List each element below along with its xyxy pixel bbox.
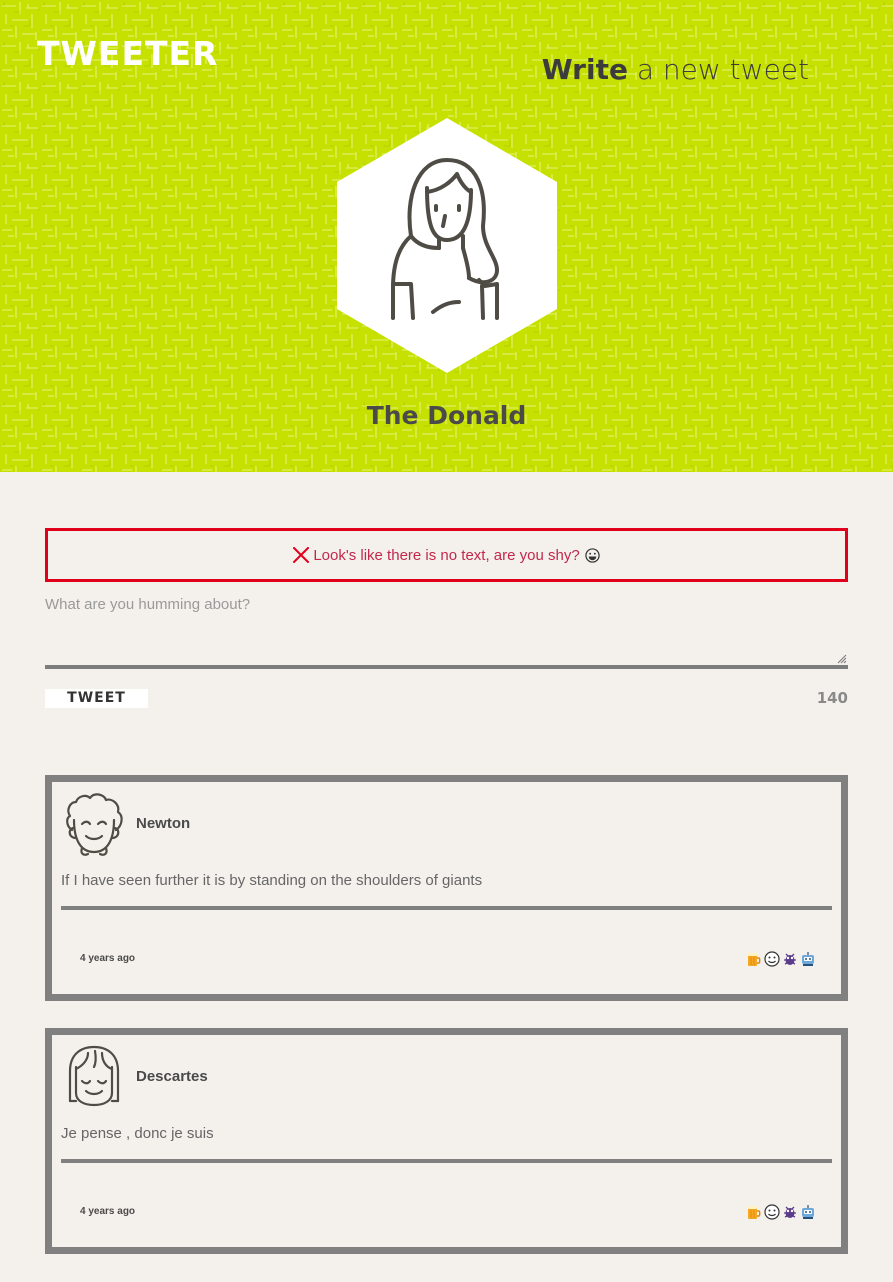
error-alert: Look's like there is no text, are you sh… [45,528,848,582]
close-x-icon [293,547,310,563]
profile-name: The Donald [366,401,527,430]
tweet-actions [746,1203,816,1221]
tweet-card: Newton If I have seen further it is by s… [45,775,848,1001]
smiley-icon[interactable] [764,1204,780,1220]
bug-icon[interactable] [782,1204,798,1220]
grinning-face-icon [585,547,600,563]
app-logo[interactable]: TWEETER [37,32,218,76]
tweet-actions [746,950,816,968]
profile-avatar [337,118,557,373]
page-title-bold: Write [541,53,628,86]
robot-icon[interactable] [800,951,816,967]
tweet-text: If I have seen further it is by standing… [61,872,483,889]
tweet-card: Descartes Je pense , donc je suis 4 year… [45,1028,848,1254]
robot-icon[interactable] [800,1204,816,1220]
bug-icon[interactable] [782,951,798,967]
error-message: Look's like there is no text, are you sh… [313,546,580,564]
beer-icon[interactable] [746,951,762,967]
char-counter: 140 [816,689,848,707]
header-banner: TWEETER Write a new tweet The Donald [0,0,893,472]
page-title: Write a new tweet [542,50,809,90]
page-title-rest: a new tweet [627,53,809,86]
resize-handle-icon[interactable] [837,654,847,664]
tweet-author[interactable]: Descartes [136,1067,208,1087]
tweet-divider [61,906,832,910]
beer-icon[interactable] [746,1204,762,1220]
tweet-button[interactable]: TWEET [45,689,148,708]
smiley-icon[interactable] [764,951,780,967]
input-underline [45,665,848,669]
tweet-timestamp: 4 years ago [80,953,136,964]
newton-avatar-icon [66,793,123,856]
tweet-input[interactable] [45,596,848,664]
descartes-avatar-icon [68,1045,120,1107]
tweet-timestamp: 4 years ago [80,1206,136,1217]
tweet-divider [61,1159,832,1163]
tweet-author[interactable]: Newton [136,814,190,834]
tweet-text: Je pense , donc je suis [61,1125,214,1142]
